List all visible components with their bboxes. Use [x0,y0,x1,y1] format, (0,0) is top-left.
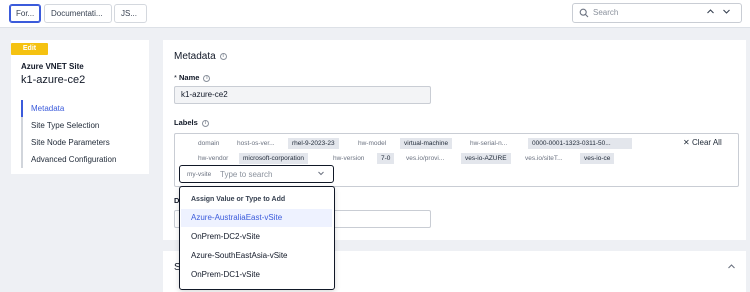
search-box[interactable]: Search [572,3,742,23]
label-chip-value[interactable]: 7-0 [377,153,395,164]
nav-item-metadata[interactable]: Metadata [21,100,149,117]
dropdown-option[interactable]: OnPrem-DC1-vSite [191,270,260,279]
name-input[interactable]: k1-azure-ce2 [174,86,431,104]
metadata-title: Metadata [174,51,216,62]
section-nav: Metadata Site Type Selection Site Node P… [21,100,149,168]
info-icon[interactable]: i [203,74,211,82]
top-bar: For... Documentati... JS... Search [0,0,750,28]
site-type-label: Azure VNET Site [21,62,84,71]
label-chip-value[interactable]: ves-io-AZURE [461,153,511,164]
info-icon[interactable]: i [201,119,209,127]
labels-field-label: Labels i [174,118,209,127]
label-chip-key: domain [194,138,224,149]
label-chip-value[interactable]: microsoft-corporation [239,153,309,164]
label-chip-key: ves.io/provi... [402,153,449,164]
selected-label-key: my-vsite [183,169,216,180]
label-chip-value[interactable]: 0000-0001-1323-0311-50... [528,138,632,149]
dropdown-option[interactable]: OnPrem-DC2-vSite [191,232,260,241]
label-chip-value[interactable]: ves-io-ce [580,153,615,164]
chevron-down-icon[interactable] [719,6,733,20]
info-icon[interactable]: i [219,52,227,60]
name-field-label: * Name i [174,73,211,82]
labels-input[interactable]: domain host-os-ver... rhel-9-2023-23 hw-… [174,133,739,187]
site-name: k1-azure-ce2 [21,74,86,86]
chevron-down-icon[interactable] [317,169,325,179]
label-chip-key: hw-model [354,138,391,149]
label-chip-value[interactable]: virtual-machine [400,138,453,149]
label-value-search-input[interactable]: Type to search [220,170,272,179]
label-chip-key: hw-version [329,153,369,164]
labels-label-text: Labels [174,118,198,127]
clear-all-button[interactable]: ✕ Clear All [683,138,722,147]
nav-item-site-node-parameters[interactable]: Site Node Parameters [21,134,149,151]
search-icon [579,8,589,20]
nav-item-advanced-configuration[interactable]: Advanced Configuration [21,151,149,168]
dropdown-option[interactable]: Azure-AustraliaEast-vSite [191,213,282,222]
chevron-up-icon[interactable] [727,262,736,273]
chevron-up-icon[interactable] [703,6,717,20]
tab-forms[interactable]: For... [9,4,41,23]
label-chip-key: host-os-ver... [233,138,279,149]
label-chip-key: hw-serial-n... [466,138,512,149]
search-input[interactable]: Search [593,8,618,17]
label-chip-key: hw-vendor [194,153,233,164]
label-chip-value[interactable]: rhel-9-2023-23 [288,138,339,149]
site-summary-panel: Edit Azure VNET Site k1-azure-ce2 Metada… [11,40,149,174]
edit-badge: Edit [11,43,48,55]
tab-json[interactable]: JS... [114,4,147,23]
label-value-dropdown: Assign Value or Type to Add Azure-Austra… [179,186,335,290]
dropdown-header: Assign Value or Type to Add [191,196,286,203]
name-label-text: Name [179,73,200,82]
clear-all-label: Clear All [691,138,722,147]
dropdown-option[interactable]: Azure-SouthEastAsia-vSite [191,251,288,260]
label-select[interactable]: my-vsite Type to search [179,165,334,183]
label-chip-key: ves.io/siteT... [521,153,567,164]
close-icon: ✕ [683,138,690,147]
section-title: Metadata i [174,51,227,62]
nav-item-site-type-selection[interactable]: Site Type Selection [21,117,149,134]
tab-documentation[interactable]: Documentati... [44,4,112,23]
